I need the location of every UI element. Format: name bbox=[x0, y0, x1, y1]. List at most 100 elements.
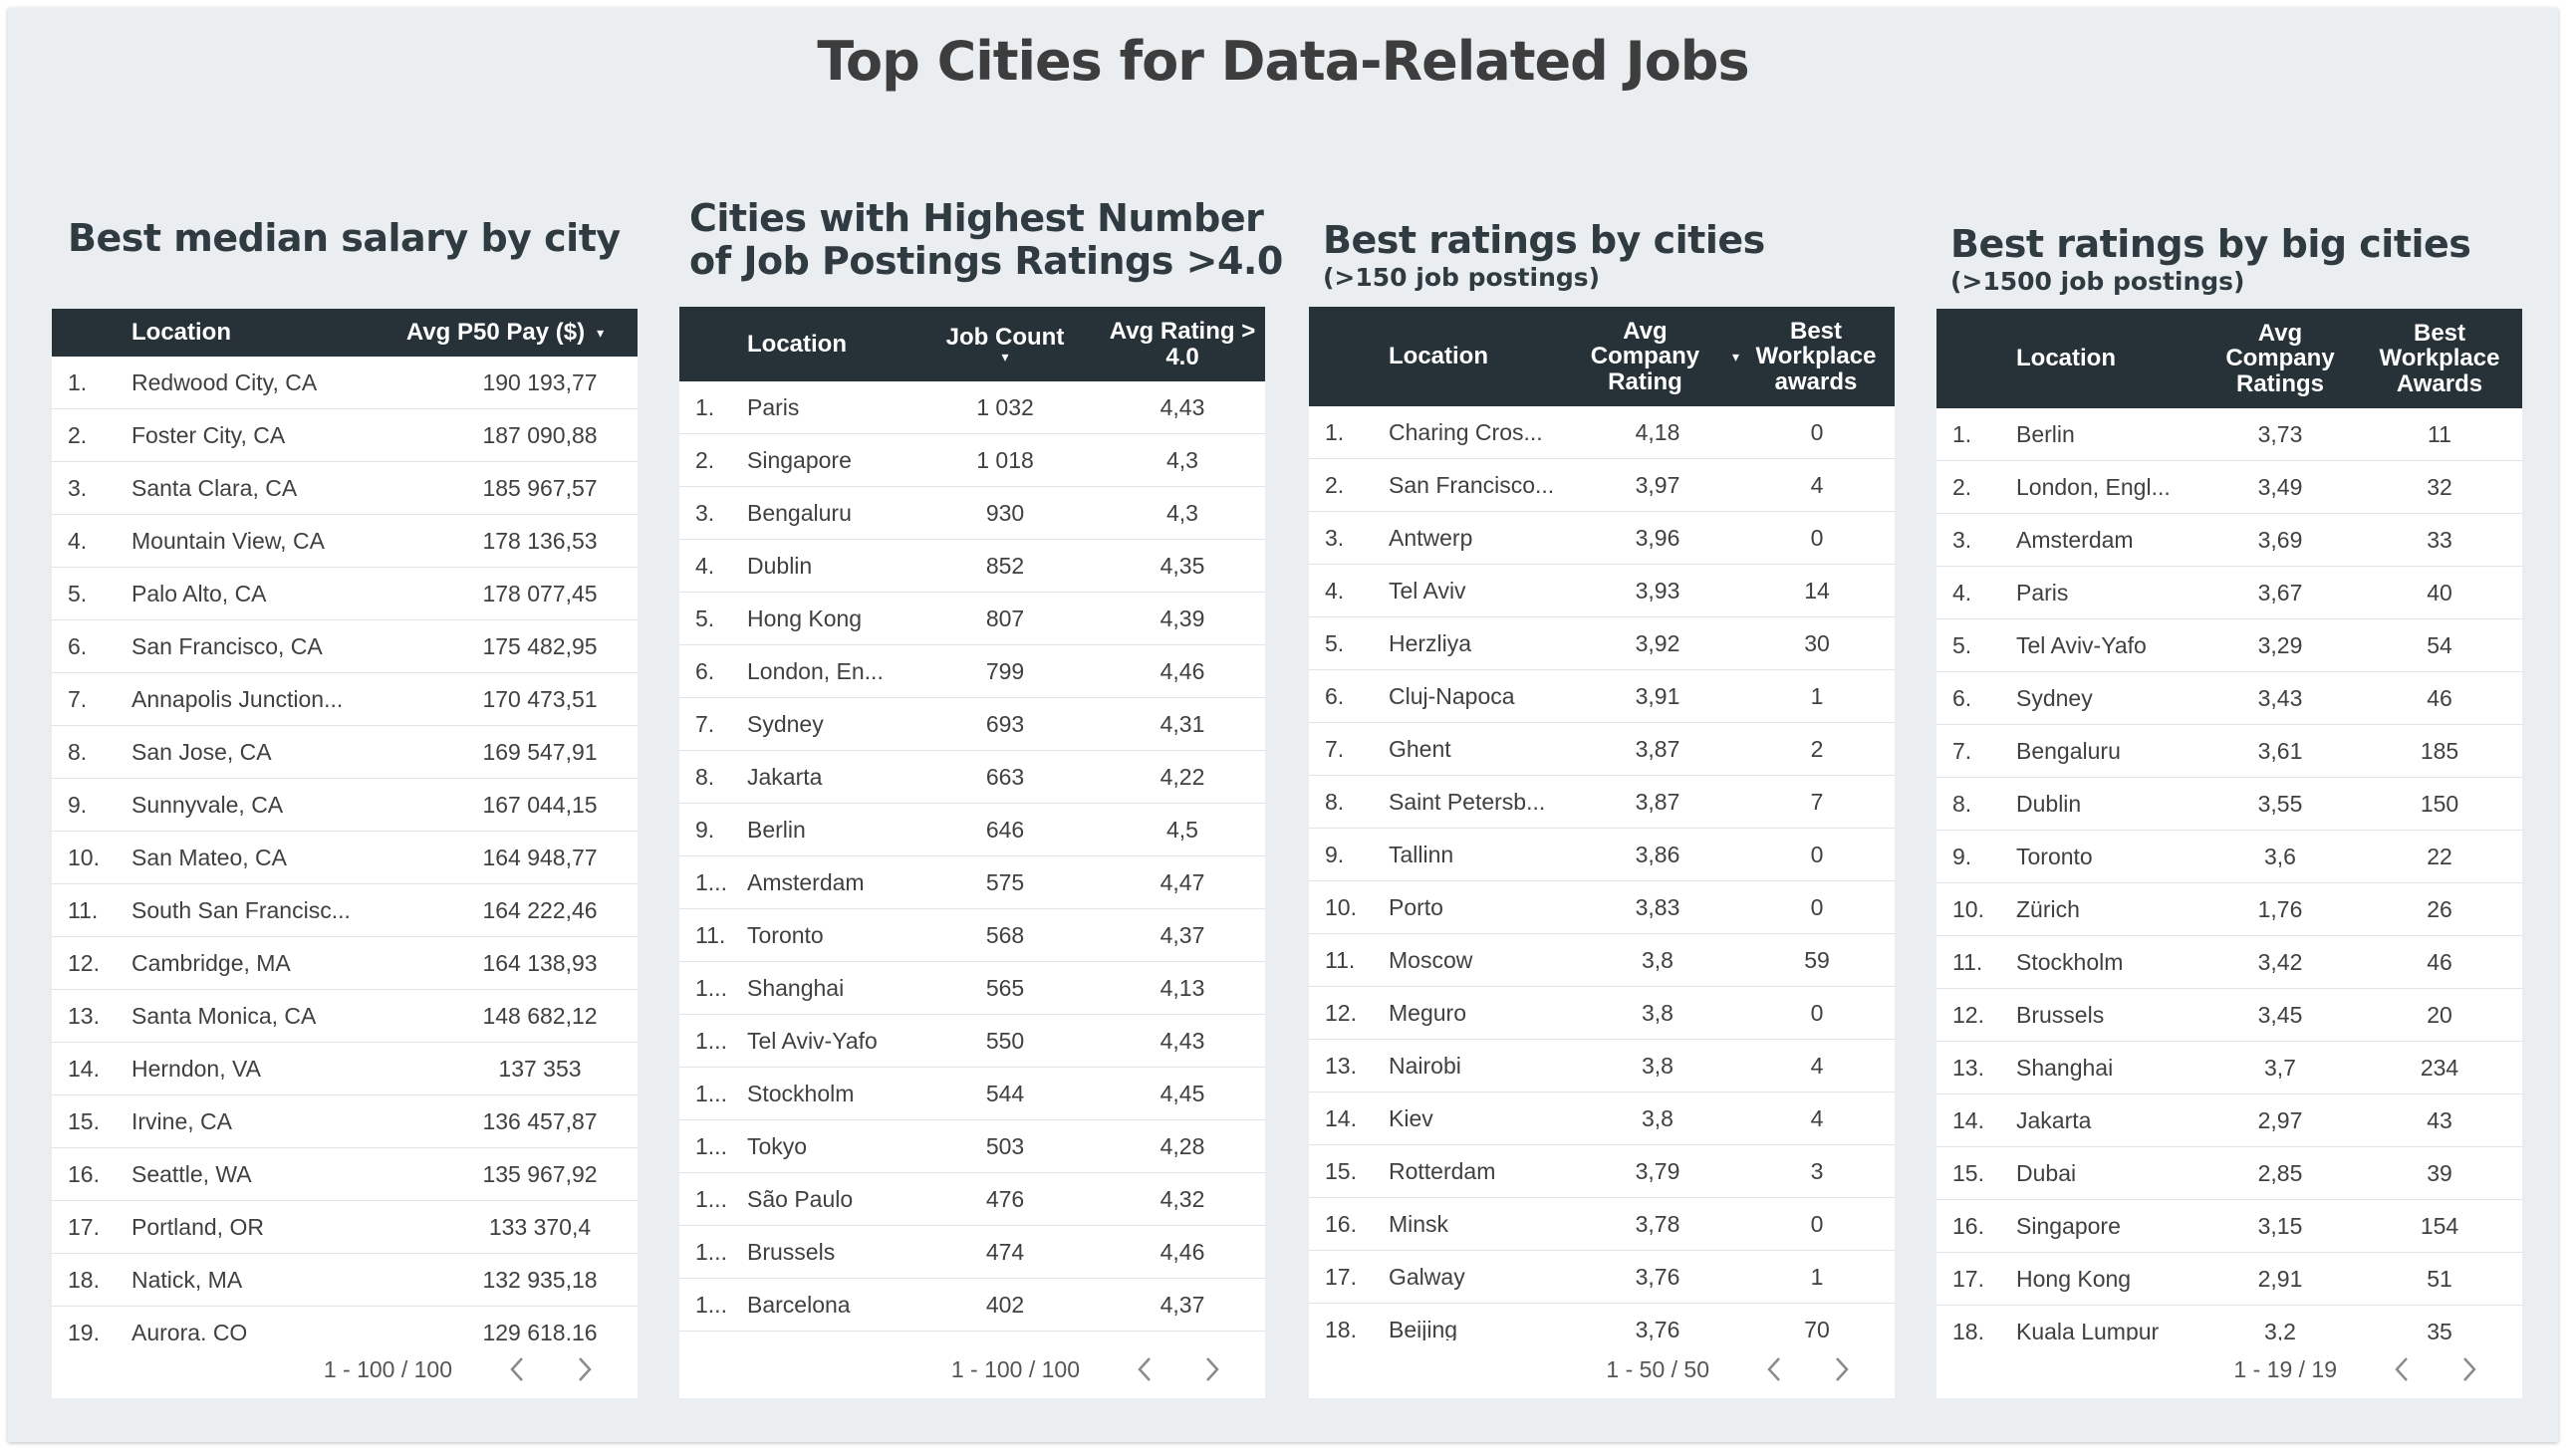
column-header[interactable]: Location bbox=[131, 309, 361, 357]
table-row[interactable]: 15. Irvine, CA 136 457,87 bbox=[52, 1095, 638, 1148]
table-row[interactable]: 3. Bengaluru 930 4,3 bbox=[679, 487, 1265, 540]
table-row[interactable]: 2. San Francisco... 3,97 4 bbox=[1309, 459, 1895, 512]
table-row[interactable]: 18. Natick, MA 132 935,18 bbox=[52, 1254, 638, 1307]
table-row[interactable]: 10. Zürich 1,76 26 bbox=[1936, 883, 2522, 936]
location-cell: Bengaluru bbox=[747, 500, 852, 526]
table-row[interactable]: 5. Palo Alto, CA 178 077,45 bbox=[52, 568, 638, 620]
table-row[interactable]: 16. Minsk 3,78 0 bbox=[1309, 1198, 1895, 1251]
table-row[interactable]: 1. Redwood City, CA 190 193,77 bbox=[52, 357, 638, 409]
chevron-right-icon[interactable] bbox=[1827, 1354, 1857, 1384]
table-row[interactable]: 4. Dublin 852 4,35 bbox=[679, 540, 1265, 593]
table-row[interactable]: 15. Rotterdam 3,79 3 bbox=[1309, 1145, 1895, 1198]
row-index: 17. bbox=[1325, 1263, 1357, 1290]
table-row[interactable]: 7. Sydney 693 4,31 bbox=[679, 698, 1265, 751]
table-row[interactable]: 4. Paris 3,67 40 bbox=[1936, 567, 2522, 619]
column-header[interactable]: Avg P50 Pay ($) ▾ bbox=[381, 309, 630, 357]
table-row[interactable]: 11. Stockholm 3,42 46 bbox=[1936, 936, 2522, 989]
table-row[interactable]: 17. Hong Kong 2,91 51 bbox=[1936, 1253, 2522, 1306]
table-row[interactable]: 10. San Mateo, CA 164 948,77 bbox=[52, 832, 638, 884]
table-row[interactable]: 16. Singapore 3,15 154 bbox=[1936, 1200, 2522, 1253]
table-row[interactable]: 12. Meguro 3,8 0 bbox=[1309, 987, 1895, 1040]
column-header[interactable]: Best Workplace awards bbox=[1737, 307, 1895, 406]
table-row[interactable]: 7. Bengaluru 3,61 185 bbox=[1936, 725, 2522, 778]
chevron-right-icon[interactable] bbox=[2454, 1354, 2484, 1384]
table-row[interactable]: 9. Berlin 646 4,5 bbox=[679, 804, 1265, 856]
table-row[interactable]: 8. San Jose, CA 169 547,91 bbox=[52, 726, 638, 779]
table-row[interactable]: 8. Saint Petersb... 3,87 7 bbox=[1309, 776, 1895, 829]
table-row[interactable]: 9. Toronto 3,6 22 bbox=[1936, 831, 2522, 883]
table-row[interactable]: 9. Sunnyvale, CA 167 044,15 bbox=[52, 779, 638, 832]
table-row[interactable]: 13. Nairobi 3,8 4 bbox=[1309, 1040, 1895, 1092]
table-row[interactable]: 8. Jakarta 663 4,22 bbox=[679, 751, 1265, 804]
table-row[interactable]: 17. Portland, OR 133 370,4 bbox=[52, 1201, 638, 1254]
table-row[interactable]: 1... Barcelona 402 4,37 bbox=[679, 1279, 1265, 1332]
table-row[interactable]: 16. Seattle, WA 135 967,92 bbox=[52, 1148, 638, 1201]
table-row[interactable]: 1... Stockholm 544 4,45 bbox=[679, 1068, 1265, 1120]
table-row[interactable]: 11. Moscow 3,8 59 bbox=[1309, 934, 1895, 987]
table-row[interactable]: 2. London, Engl... 3,49 32 bbox=[1936, 461, 2522, 514]
table-row[interactable]: 1. Charing Cros... 4,18 0 bbox=[1309, 406, 1895, 459]
table-row[interactable]: 1... São Paulo 476 4,32 bbox=[679, 1173, 1265, 1226]
column-header[interactable]: Location bbox=[2016, 309, 2195, 408]
table-row[interactable]: 5. Hong Kong 807 4,39 bbox=[679, 593, 1265, 645]
table-row[interactable]: 3. Antwerp 3,96 0 bbox=[1309, 512, 1895, 565]
table-row[interactable]: 15. Dubai 2,85 39 bbox=[1936, 1147, 2522, 1200]
location-cell: San Francisco, CA bbox=[131, 633, 323, 659]
chevron-right-icon[interactable] bbox=[1197, 1354, 1227, 1384]
column-header[interactable]: Job Count ▾ bbox=[910, 307, 1100, 381]
table-row[interactable]: 6. Sydney 3,43 46 bbox=[1936, 672, 2522, 725]
table-row[interactable]: 3. Santa Clara, CA 185 967,57 bbox=[52, 462, 638, 515]
table-row[interactable]: 18. Beijing 3,76 70 bbox=[1309, 1304, 1895, 1341]
table-row[interactable]: 19. Aurora, CO 129 618,16 bbox=[52, 1307, 638, 1341]
chevron-left-icon[interactable] bbox=[502, 1354, 532, 1384]
table-row[interactable]: 17. Galway 3,76 1 bbox=[1309, 1251, 1895, 1304]
table-row[interactable]: 1. Berlin 3,73 11 bbox=[1936, 408, 2522, 461]
table-row[interactable]: 6. Cluj-Napoca 3,91 1 bbox=[1309, 670, 1895, 723]
column-header[interactable]: Location bbox=[747, 307, 906, 381]
column-header[interactable]: Avg Rating > 4.0 bbox=[1103, 307, 1262, 381]
table-row[interactable]: 8. Dublin 3,55 150 bbox=[1936, 778, 2522, 831]
table-row[interactable]: 2. Singapore 1 018 4,3 bbox=[679, 434, 1265, 487]
value-cell: 3,87 bbox=[1635, 735, 1680, 762]
chevron-left-icon[interactable] bbox=[2387, 1354, 2417, 1384]
table-row[interactable]: 5. Herzliya 3,92 30 bbox=[1309, 617, 1895, 670]
table-row[interactable]: 1... Tel Aviv-Yafo 550 4,43 bbox=[679, 1015, 1265, 1068]
row-index: 4. bbox=[695, 553, 715, 579]
table-row[interactable]: 14. Jakarta 2,97 43 bbox=[1936, 1094, 2522, 1147]
table-row[interactable]: 5. Tel Aviv-Yafo 3,29 54 bbox=[1936, 619, 2522, 672]
column-header[interactable]: Avg Company Rating ▾ bbox=[1570, 307, 1739, 406]
chevron-left-icon[interactable] bbox=[1759, 1354, 1789, 1384]
chevron-left-icon[interactable] bbox=[1130, 1354, 1159, 1384]
table-row[interactable]: 12. Cambridge, MA 164 138,93 bbox=[52, 937, 638, 990]
table-row[interactable]: 1... Shanghai 565 4,13 bbox=[679, 962, 1265, 1015]
column-header[interactable]: Avg Company Ratings bbox=[2205, 309, 2355, 408]
location-cell: Galway bbox=[1389, 1264, 1465, 1290]
table-row[interactable]: 1. Paris 1 032 4,43 bbox=[679, 381, 1265, 434]
table-row[interactable]: 11. Toronto 568 4,37 bbox=[679, 909, 1265, 962]
table-row[interactable]: 6. San Francisco, CA 175 482,95 bbox=[52, 620, 638, 673]
table-row[interactable]: 7. Ghent 3,87 2 bbox=[1309, 723, 1895, 776]
table-row[interactable]: 1... Brussels 474 4,46 bbox=[679, 1226, 1265, 1279]
table-row[interactable]: 12. Brussels 3,45 20 bbox=[1936, 989, 2522, 1042]
table-row[interactable]: 18. Kuala Lumpur 3,2 35 bbox=[1936, 1306, 2522, 1341]
location-cell: Shanghai bbox=[747, 975, 845, 1001]
table-row[interactable]: 4. Tel Aviv 3,93 14 bbox=[1309, 565, 1895, 617]
chevron-right-icon[interactable] bbox=[570, 1354, 600, 1384]
table-row[interactable]: 14. Herndon, VA 137 353 bbox=[52, 1043, 638, 1095]
table-row[interactable]: 10. Porto 3,83 0 bbox=[1309, 881, 1895, 934]
column-header[interactable]: Best Workplace Awards bbox=[2360, 309, 2519, 408]
table-row[interactable]: 1... Amsterdam 575 4,47 bbox=[679, 856, 1265, 909]
column-header[interactable]: Location bbox=[1389, 307, 1568, 406]
table-row[interactable]: 3. Amsterdam 3,69 33 bbox=[1936, 514, 2522, 567]
table-row[interactable]: 4. Mountain View, CA 178 136,53 bbox=[52, 515, 638, 568]
table-row[interactable]: 1... Tokyo 503 4,28 bbox=[679, 1120, 1265, 1173]
table-row[interactable]: 7. Annapolis Junction... 170 473,51 bbox=[52, 673, 638, 726]
table-row[interactable]: 6. London, En... 799 4,46 bbox=[679, 645, 1265, 698]
table-row[interactable]: 13. Shanghai 3,7 234 bbox=[1936, 1042, 2522, 1094]
table-row[interactable]: 13. Santa Monica, CA 148 682,12 bbox=[52, 990, 638, 1043]
table-row[interactable]: 14. Kiev 3,8 4 bbox=[1309, 1092, 1895, 1145]
table-row[interactable]: 2. Foster City, CA 187 090,88 bbox=[52, 409, 638, 462]
value-cell: 3,67 bbox=[2257, 579, 2303, 606]
table-row[interactable]: 11. South San Francisc... 164 222,46 bbox=[52, 884, 638, 937]
table-row[interactable]: 9. Tallinn 3,86 0 bbox=[1309, 829, 1895, 881]
